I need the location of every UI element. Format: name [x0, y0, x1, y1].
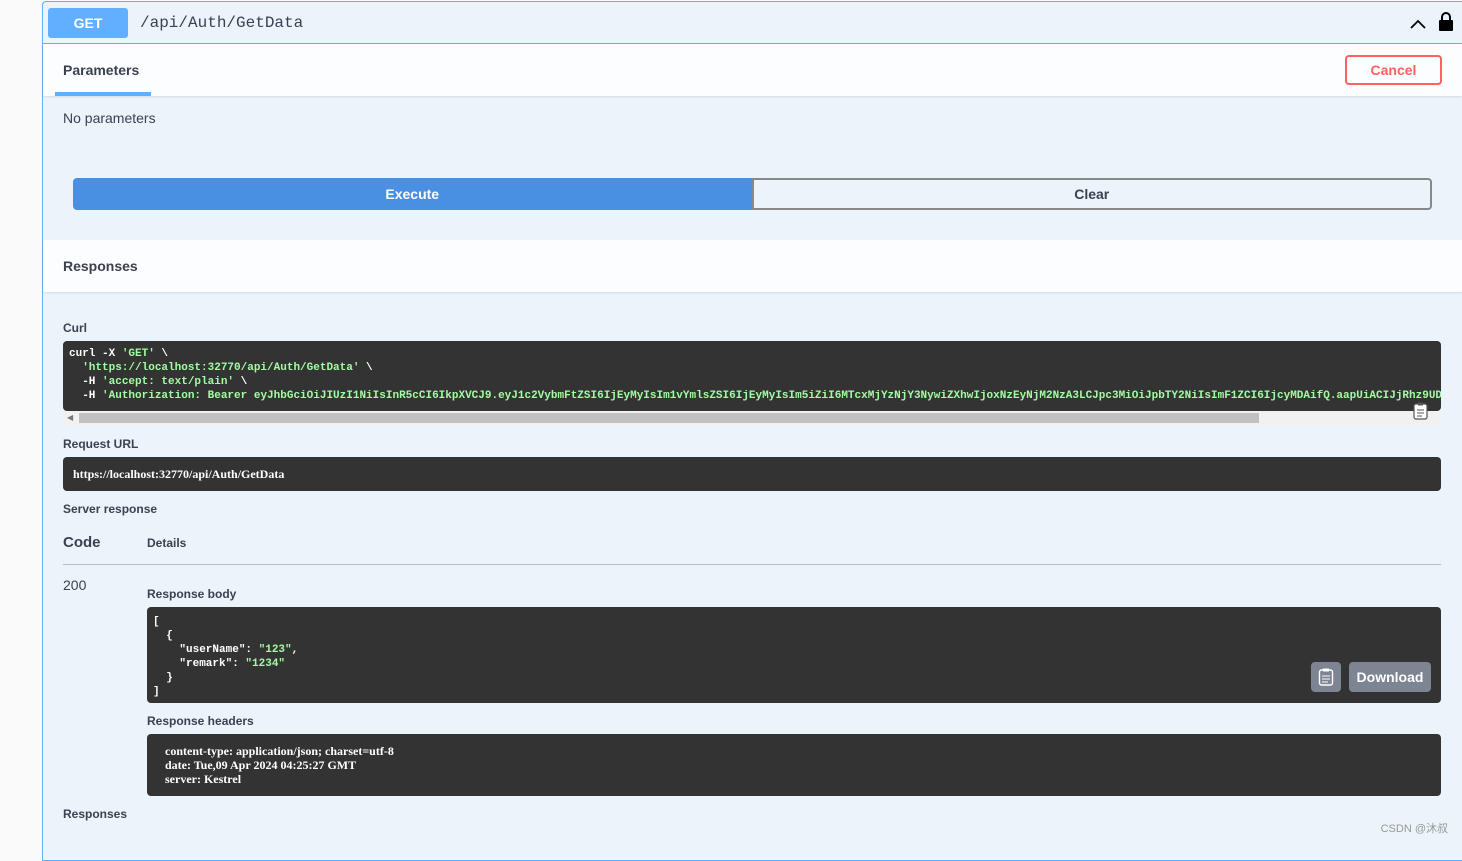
chevron-up-icon[interactable]: [1410, 16, 1426, 32]
header-line: server: Kestrel: [165, 772, 241, 786]
column-code: Code: [63, 534, 101, 551]
column-details: Details: [147, 536, 186, 550]
status-code: 200: [63, 577, 86, 593]
json-punct: {: [153, 630, 173, 642]
json-value: "1234": [245, 658, 285, 670]
response-table-header: Code Details: [63, 534, 1441, 565]
server-response-label: Server response: [63, 502, 157, 516]
curl-string: 'Authorization: Bearer eyJhbGciOiJIUzI1N…: [102, 390, 1441, 402]
copy-icon[interactable]: [1411, 402, 1431, 420]
tab-parameters[interactable]: Parameters: [63, 62, 139, 78]
curl-label: Curl: [63, 321, 87, 335]
curl-string: 'GET': [122, 348, 155, 360]
responses-footer-label: Responses: [63, 807, 127, 821]
parameters-header: Parameters Cancel: [43, 44, 1462, 96]
curl-text: -H: [69, 390, 102, 402]
cancel-button[interactable]: Cancel: [1345, 55, 1442, 85]
curl-command[interactable]: curl -X 'GET' \ 'https://localhost:32770…: [63, 341, 1441, 411]
json-key: "remark": [153, 658, 232, 670]
header-line: date: Tue,09 Apr 2024 04:25:27 GMT: [165, 758, 356, 772]
operation-path: /api/Auth/GetData: [140, 14, 303, 32]
execute-button[interactable]: Execute: [73, 178, 752, 210]
horizontal-scrollbar[interactable]: ◀: [63, 411, 1441, 425]
tab-underline: [55, 92, 151, 96]
json-punct: [: [153, 616, 160, 628]
responses-header: Responses: [43, 240, 1462, 292]
copy-body-button[interactable]: [1311, 662, 1341, 692]
curl-string: 'https://localhost:32770/api/Auth/GetDat…: [82, 362, 359, 374]
request-url[interactable]: https://localhost:32770/api/Auth/GetData: [63, 457, 1441, 491]
method-badge: GET: [48, 8, 128, 38]
response-headers[interactable]: content-type: application/json; charset=…: [147, 734, 1441, 796]
json-value: "123": [259, 644, 292, 656]
lock-icon[interactable]: [1438, 12, 1454, 32]
json-key: "userName": [153, 644, 245, 656]
clear-button[interactable]: Clear: [752, 178, 1433, 210]
curl-text: -H: [69, 376, 102, 388]
json-punct: }: [153, 672, 173, 684]
operation-summary[interactable]: GET /api/Auth/GetData: [43, 2, 1462, 44]
watermark: CSDN @沐叔: [1381, 820, 1448, 836]
operation-block: GET /api/Auth/GetData Parameters Cancel …: [42, 1, 1462, 861]
json-punct: ]: [153, 686, 160, 698]
response-headers-label: Response headers: [147, 714, 254, 728]
header-line: content-type: application/json; charset=…: [165, 744, 394, 758]
curl-text: \: [234, 376, 247, 388]
curl-text: \: [359, 362, 372, 374]
scroll-left-arrow-icon[interactable]: ◀: [67, 413, 73, 422]
request-url-label: Request URL: [63, 437, 138, 451]
execute-wrapper: Execute Clear: [73, 178, 1432, 210]
no-parameters-text: No parameters: [63, 110, 156, 126]
curl-text: \: [155, 348, 168, 360]
responses-title: Responses: [63, 258, 138, 274]
download-button[interactable]: Download: [1349, 662, 1431, 692]
curl-text: curl -X: [69, 348, 122, 360]
curl-string: 'accept: text/plain': [102, 376, 234, 388]
copy-icon: [1318, 668, 1334, 686]
response-body-label: Response body: [147, 587, 236, 601]
scrollbar-thumb[interactable]: [79, 413, 1259, 423]
response-body[interactable]: [ { "userName": "123", "remark": "1234" …: [147, 607, 1441, 703]
